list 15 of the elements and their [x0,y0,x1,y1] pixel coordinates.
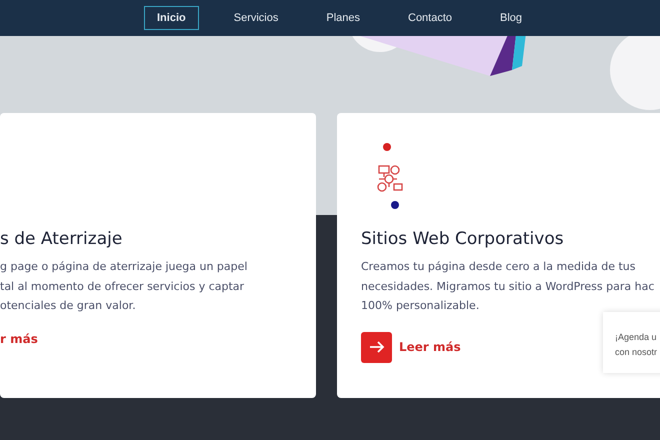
nav-link[interactable]: Contacto [395,6,466,30]
popup-text: ¡Agenda u con nosotr [615,331,658,359]
network-icon [377,143,403,209]
nav-link[interactable]: Servicios [220,6,292,30]
card-description: g page o página de aterrizaje juega un papel tal al momento de ofrecer servicios y captar otenciales de gran valor. [0,259,248,314]
card-title: s de Aterrizaje [0,229,124,249]
card-description: Creamos tu página desde cero a la medida de tus necesidades. Migramos tu sitio a WordPress para hac 100% personalizable. [361,259,656,314]
nav-link[interactable]: Planes [313,6,373,30]
card-title: Sitios Web Corporativos [361,229,565,249]
read-more-link[interactable]: r más [0,332,38,346]
read-more-link[interactable]: Leer más [399,340,461,354]
nav-link[interactable]: Blog [487,6,536,30]
arrow-button[interactable] [361,332,392,362]
arrow-right-icon [368,341,384,353]
nav-link[interactable]: Inicio [144,6,199,30]
